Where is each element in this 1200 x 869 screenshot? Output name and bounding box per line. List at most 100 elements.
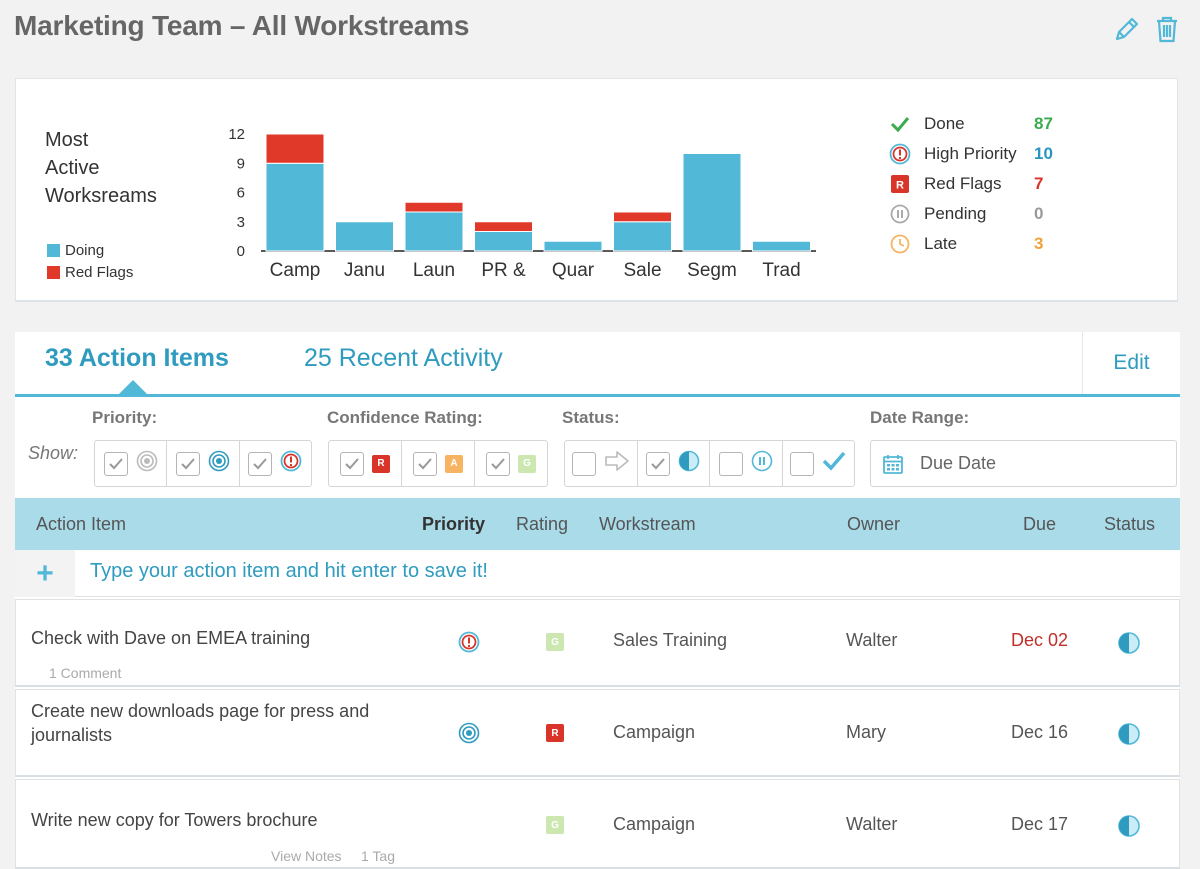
column-status[interactable]: Status <box>1104 514 1155 535</box>
rating-red-badge: R <box>372 454 390 473</box>
tab-bar: 33 Action Items 25 Recent Activity Edit <box>15 332 1180 397</box>
confidence-filter-label: Confidence Rating: <box>327 408 483 427</box>
low-priority-icon <box>136 450 158 477</box>
checkbox-unchecked[interactable] <box>718 451 743 476</box>
tab-recent-activity[interactable]: 25 Recent Activity <box>304 344 503 373</box>
calendar-icon <box>882 453 904 475</box>
stats-summary: Done 87 High Priority 10 R Red Flags 7 P… <box>889 109 1053 259</box>
confidence-filter-green[interactable]: G <box>475 441 547 486</box>
in-progress-icon <box>678 450 700 477</box>
table-row[interactable]: Check with Dave on EMEA training 1 Comme… <box>15 599 1180 687</box>
edit-button[interactable]: Edit <box>1082 332 1180 394</box>
red-flag-icon: R <box>889 173 911 195</box>
column-owner[interactable]: Owner <box>847 514 900 535</box>
tab-action-items[interactable]: 33 Action Items <box>45 344 229 373</box>
y-tick-label: 9 <box>237 155 245 172</box>
status-filter-not-started[interactable] <box>565 441 638 486</box>
action-item-title[interactable]: Check with Dave on EMEA training <box>31 626 391 650</box>
bar-doing <box>335 221 394 252</box>
rating-green-badge: G <box>518 454 536 473</box>
due-date-input[interactable] <box>920 453 1160 474</box>
column-rating[interactable]: Rating <box>516 514 568 535</box>
table-row[interactable]: Create new downloads page for press and … <box>15 689 1180 777</box>
status-filter-in-progress[interactable] <box>638 441 710 486</box>
comment-count-link[interactable]: 1 Comment <box>49 665 121 681</box>
status-filter-pending[interactable] <box>710 441 783 486</box>
priority-filter-low[interactable] <box>95 441 168 486</box>
checkbox-checked[interactable] <box>103 451 128 476</box>
checkbox-checked[interactable] <box>175 451 200 476</box>
workstream-cell: Campaign <box>613 814 696 834</box>
active-tab-indicator <box>118 380 148 395</box>
checkbox-unchecked[interactable] <box>790 451 815 476</box>
action-items-panel: 33 Action Items 25 Recent Activity Edit … <box>15 332 1180 869</box>
workstream-chart-card: Most Active Worksreams Doing Red Flags 0… <box>15 78 1178 302</box>
add-item-button[interactable]: + <box>15 550 75 597</box>
rating-badge: G <box>546 633 564 651</box>
stat-pending[interactable]: Pending 0 <box>889 199 1053 229</box>
stat-done[interactable]: Done 87 <box>889 109 1053 139</box>
column-priority[interactable]: Priority <box>422 514 485 535</box>
stat-late[interactable]: Late 3 <box>889 229 1053 259</box>
in-progress-icon[interactable] <box>1117 631 1141 660</box>
add-action-item-row: + <box>15 550 1180 597</box>
y-tick-label: 6 <box>237 185 245 202</box>
rating-badge: G <box>546 816 564 834</box>
high-priority-icon <box>458 631 480 658</box>
action-item-title[interactable]: Write new copy for Towers brochure <box>31 808 411 832</box>
checkbox-checked[interactable] <box>340 451 364 476</box>
arrow-right-icon <box>604 450 630 477</box>
date-range-label: Date Range: <box>870 408 970 427</box>
check-icon <box>822 450 846 477</box>
stat-high-priority[interactable]: High Priority 10 <box>889 139 1053 169</box>
x-tick-label: Camp <box>270 260 321 281</box>
new-action-item-input[interactable] <box>90 560 890 583</box>
status-filter-label: Status: <box>562 408 620 427</box>
pencil-icon[interactable] <box>1112 14 1142 44</box>
workstream-cell: Campaign <box>613 722 696 742</box>
confidence-filter-amber[interactable]: A <box>402 441 475 486</box>
checkbox-checked[interactable] <box>413 451 437 476</box>
owner-cell: Walter <box>846 814 898 834</box>
bar-red-flags <box>613 211 672 223</box>
bar-doing <box>613 221 672 252</box>
bar-red-flags <box>404 201 464 213</box>
tag-count-link[interactable]: 1 Tag <box>361 848 395 864</box>
column-workstream[interactable]: Workstream <box>599 514 696 535</box>
priority-filter-label: Priority: <box>92 408 158 427</box>
trash-icon[interactable] <box>1152 14 1182 44</box>
column-action-item[interactable]: Action Item <box>36 514 126 535</box>
high-priority-icon <box>889 143 911 165</box>
x-tick-label: PR & <box>481 260 526 281</box>
bar-doing <box>474 231 533 252</box>
checkbox-unchecked[interactable] <box>571 451 596 476</box>
date-range-field[interactable] <box>870 440 1177 487</box>
priority-filter-medium[interactable] <box>167 441 240 486</box>
checkbox-checked[interactable] <box>646 451 671 476</box>
status-filter-done[interactable] <box>783 441 855 486</box>
due-date-cell: Dec 16 <box>1011 722 1069 742</box>
y-tick-label: 12 <box>228 126 245 143</box>
status-filter-group <box>564 440 855 487</box>
checkbox-checked[interactable] <box>248 451 273 476</box>
check-icon <box>889 113 911 135</box>
view-notes-link[interactable]: View Notes <box>271 848 342 864</box>
bar-doing <box>543 240 603 252</box>
due-date-cell: Dec 17 <box>1011 814 1069 834</box>
due-date-cell: Dec 02 <box>1011 630 1069 650</box>
in-progress-icon[interactable] <box>1117 814 1141 843</box>
in-progress-icon[interactable] <box>1117 722 1141 751</box>
bar-doing <box>752 240 811 252</box>
priority-filter-group <box>94 440 312 487</box>
priority-filter-high[interactable] <box>240 441 311 486</box>
checkbox-checked[interactable] <box>486 451 510 476</box>
y-tick-label: 0 <box>237 243 245 260</box>
column-due[interactable]: Due <box>1023 514 1056 535</box>
table-row[interactable]: Write new copy for Towers brochure View … <box>15 779 1180 869</box>
page-title: Marketing Team – All Workstreams <box>14 10 470 41</box>
stat-red-flags[interactable]: R Red Flags 7 <box>889 169 1053 199</box>
workstream-cell: Sales Training <box>613 630 728 650</box>
medium-priority-icon <box>208 450 230 477</box>
confidence-filter-red[interactable]: R <box>329 441 402 486</box>
action-item-title[interactable]: Create new downloads page for press and … <box>31 699 411 747</box>
